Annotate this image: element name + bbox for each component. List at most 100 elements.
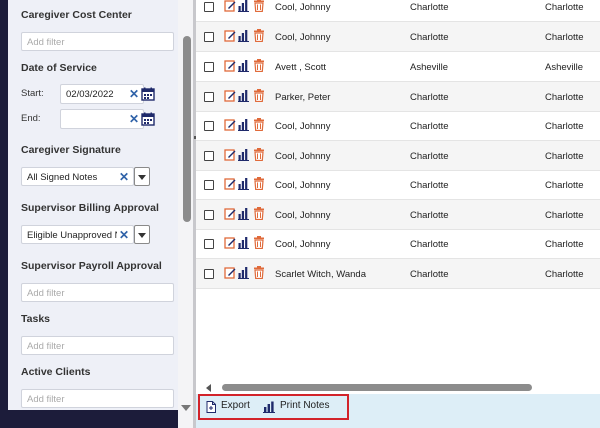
service-city-cell: Charlotte: [545, 210, 584, 221]
row-checkbox[interactable]: [204, 62, 214, 72]
tasks-filter-input[interactable]: Add filter: [21, 336, 174, 355]
city-cell: Charlotte: [410, 121, 449, 132]
trash-icon[interactable]: [253, 118, 265, 131]
edit-note-icon[interactable]: [224, 177, 236, 190]
active-clients-filter-input[interactable]: Add filter: [21, 389, 174, 408]
supervisor-billing-approval-select[interactable]: Eligible Unapproved Nc ✕: [21, 225, 134, 244]
city-cell: Charlotte: [410, 210, 449, 221]
caregiver-signature-selected: All Signed Notes: [27, 172, 98, 183]
trash-icon[interactable]: [253, 148, 265, 161]
filter-panel: Caregiver Cost Center Add filter Date of…: [8, 0, 178, 410]
row-checkbox[interactable]: [204, 151, 214, 161]
scroll-down-arrow-icon[interactable]: [181, 405, 191, 411]
table-row[interactable]: Cool, Johnny Charlotte Charlotte: [196, 170, 600, 200]
caregiver-signature-select[interactable]: All Signed Notes ✕: [21, 167, 134, 186]
table-row[interactable]: Parker, Peter Charlotte Charlotte: [196, 82, 600, 112]
service-city-cell: Charlotte: [545, 239, 584, 250]
bar-chart-icon[interactable]: [238, 118, 250, 131]
service-city-cell: Charlotte: [545, 2, 584, 13]
row-checkbox[interactable]: [204, 180, 214, 190]
supervisor-billing-approval-selected: Eligible Unapproved Nc: [27, 230, 127, 241]
start-date-input[interactable]: 02/03/2022 ✕: [60, 84, 144, 104]
trash-icon[interactable]: [253, 266, 265, 279]
city-cell: Charlotte: [410, 92, 449, 103]
city-cell: Charlotte: [410, 151, 449, 162]
edit-note-icon[interactable]: [224, 0, 236, 12]
scroll-left-arrow-icon[interactable]: [206, 384, 211, 392]
trash-icon[interactable]: [253, 59, 265, 72]
trash-icon[interactable]: [253, 0, 265, 12]
start-date-value: 02/03/2022: [66, 89, 114, 100]
trash-icon[interactable]: [253, 236, 265, 249]
grid-horizontal-scroll-thumb[interactable]: [222, 384, 532, 391]
trash-icon[interactable]: [253, 89, 265, 102]
end-date-input[interactable]: ✕: [60, 109, 144, 129]
trash-icon[interactable]: [253, 207, 265, 220]
bar-chart-icon[interactable]: [238, 0, 250, 12]
supervisor-billing-approval-title: Supervisor Billing Approval: [21, 202, 159, 214]
city-cell: Charlotte: [410, 239, 449, 250]
table-row[interactable]: Cool, Johnny Charlotte Charlotte: [196, 22, 600, 52]
start-calendar-icon[interactable]: [141, 87, 155, 101]
end-calendar-icon[interactable]: [141, 112, 155, 126]
row-checkbox[interactable]: [204, 210, 214, 220]
edit-note-icon[interactable]: [224, 236, 236, 249]
supervisor-payroll-approval-filter-input[interactable]: Add filter: [21, 283, 174, 302]
table-row[interactable]: Avett , Scott Asheville Asheville: [196, 52, 600, 82]
bar-chart-icon[interactable]: [238, 177, 250, 190]
print-notes-button[interactable]: Print Notes: [280, 400, 329, 411]
bar-chart-icon[interactable]: [238, 236, 250, 249]
export-button[interactable]: Export: [221, 400, 250, 411]
edit-note-icon[interactable]: [224, 29, 236, 42]
edit-note-icon[interactable]: [224, 207, 236, 220]
print-notes-icon[interactable]: [263, 401, 276, 413]
client-name-cell: Avett , Scott: [275, 62, 327, 73]
bar-chart-icon[interactable]: [238, 29, 250, 42]
service-city-cell: Charlotte: [545, 32, 584, 43]
row-checkbox[interactable]: [204, 32, 214, 42]
table-row[interactable]: Scarlet Witch, Wanda Charlotte Charlotte: [196, 259, 600, 289]
table-row[interactable]: Cool, Johnny Charlotte Charlotte: [196, 200, 600, 230]
bar-chart-icon[interactable]: [238, 266, 250, 279]
clear-start-date-icon[interactable]: ✕: [129, 87, 139, 101]
bar-chart-icon[interactable]: [238, 59, 250, 72]
edit-note-icon[interactable]: [224, 266, 236, 279]
clear-billing-approval-icon[interactable]: ✕: [116, 228, 129, 242]
edit-note-icon[interactable]: [224, 148, 236, 161]
client-name-cell: Cool, Johnny: [275, 239, 331, 250]
chevron-down-icon: [138, 233, 146, 238]
edit-note-icon[interactable]: [224, 118, 236, 131]
row-checkbox[interactable]: [204, 2, 214, 12]
trash-icon[interactable]: [253, 29, 265, 42]
table-row[interactable]: Cool, Johnny Charlotte Charlotte: [196, 141, 600, 171]
city-cell: Charlotte: [410, 32, 449, 43]
caregiver-cost-center-filter-input[interactable]: Add filter: [21, 32, 174, 51]
trash-icon[interactable]: [253, 177, 265, 190]
supervisor-billing-approval-dropdown[interactable]: [134, 225, 150, 244]
service-city-cell: Charlotte: [545, 121, 584, 132]
window-edge: [0, 0, 8, 428]
table-row[interactable]: Cool, Johnny Charlotte Charlotte: [196, 229, 600, 259]
edit-note-icon[interactable]: [224, 59, 236, 72]
grid-horizontal-scrollbar[interactable]: [196, 380, 600, 394]
export-file-icon[interactable]: [206, 401, 216, 413]
clear-end-date-icon[interactable]: ✕: [129, 112, 139, 126]
row-checkbox[interactable]: [204, 92, 214, 102]
client-name-cell: Parker, Peter: [275, 92, 331, 103]
chevron-down-icon: [138, 175, 146, 180]
row-checkbox[interactable]: [204, 239, 214, 249]
client-name-cell: Cool, Johnny: [275, 151, 331, 162]
edit-note-icon[interactable]: [224, 89, 236, 102]
bar-chart-icon[interactable]: [238, 89, 250, 102]
bar-chart-icon[interactable]: [238, 207, 250, 220]
date-of-service-title: Date of Service: [21, 62, 97, 74]
bar-chart-icon[interactable]: [238, 148, 250, 161]
clear-signature-icon[interactable]: ✕: [116, 170, 129, 184]
row-checkbox[interactable]: [204, 121, 214, 131]
row-checkbox[interactable]: [204, 269, 214, 279]
table-row[interactable]: Cool, Johnny Charlotte Charlotte: [196, 111, 600, 141]
filter-panel-scroll-thumb[interactable]: [183, 36, 191, 222]
grid-footer-toolbar: Export Print Notes: [196, 394, 600, 428]
caregiver-signature-dropdown[interactable]: [134, 167, 150, 186]
table-row[interactable]: Cool, Johnny Charlotte Charlotte: [196, 0, 600, 22]
